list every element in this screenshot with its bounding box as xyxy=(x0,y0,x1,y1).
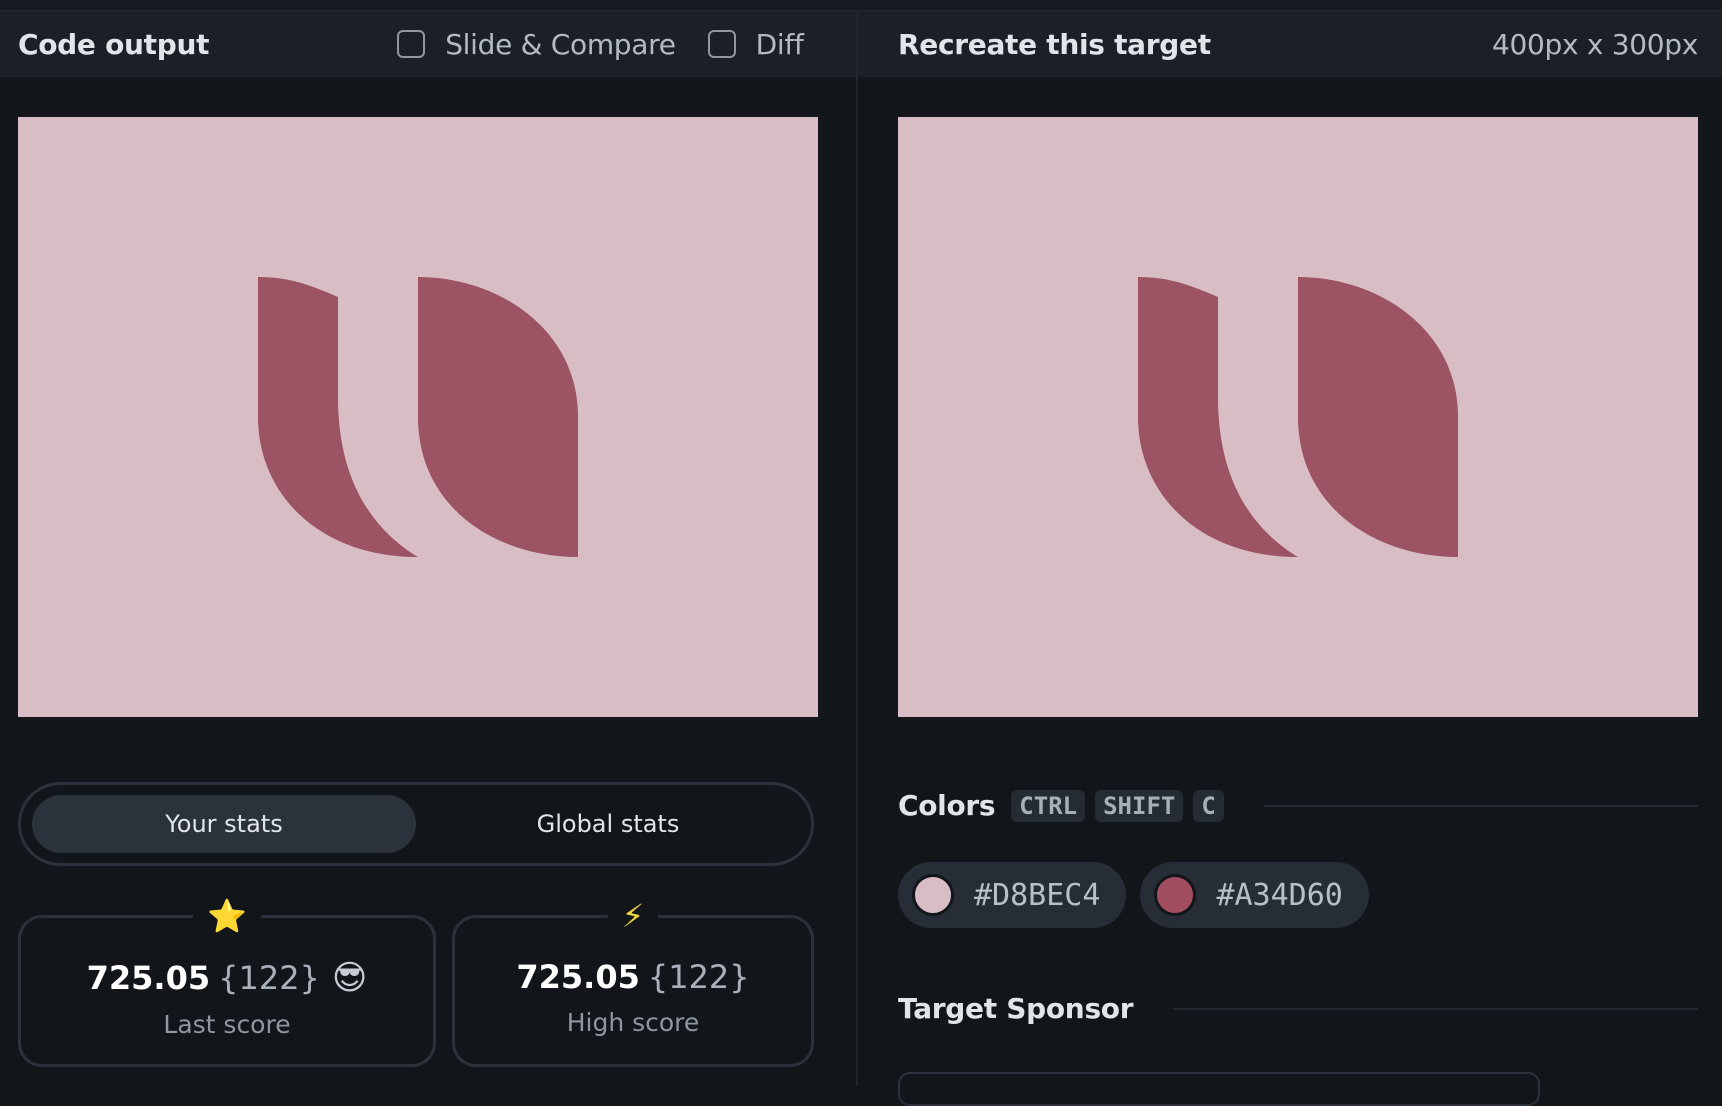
lightning-icon: ⚡ xyxy=(607,896,659,936)
high-score-label: High score xyxy=(566,1008,700,1037)
tab-global-stats[interactable]: Global stats xyxy=(416,795,800,853)
last-score-label: Last score xyxy=(163,1010,291,1039)
output-canvas[interactable] xyxy=(18,117,818,717)
shortcut-key-shift: SHIFT xyxy=(1095,789,1184,822)
star-icon: ⭐ xyxy=(193,896,261,936)
shortcut-key-ctrl: CTRL xyxy=(1011,789,1086,822)
slide-compare-toggle[interactable]: Slide & Compare xyxy=(397,27,676,61)
diff-toggle[interactable]: Diff xyxy=(707,27,804,61)
color-swatches: #D8BEC4 #A34D60 xyxy=(898,862,1383,928)
target-shapes xyxy=(1138,277,1458,557)
slide-compare-checkbox[interactable] xyxy=(397,30,426,58)
output-shapes xyxy=(258,277,578,557)
right-leaf-shape xyxy=(1298,277,1458,557)
color-dot-2 xyxy=(1154,874,1197,916)
code-output-title: Code output xyxy=(18,27,210,61)
tab-your-stats[interactable]: Your stats xyxy=(32,795,416,853)
diff-checkbox[interactable] xyxy=(707,30,736,58)
high-score-value: 725.05 xyxy=(516,958,640,996)
target-canvas xyxy=(898,117,1698,717)
target-title: Recreate this target xyxy=(898,27,1211,61)
target-header: Recreate this target 400px x 300px xyxy=(858,11,1722,77)
color-dot-1 xyxy=(912,874,954,916)
last-score-count: {122} xyxy=(218,959,320,997)
left-leaf-shape xyxy=(258,277,418,557)
last-score-value: 725.05 xyxy=(86,959,211,997)
color-swatch-2[interactable]: #A34D60 xyxy=(1140,862,1369,928)
color-label-2: #A34D60 xyxy=(1216,877,1343,913)
high-score-count: {122} xyxy=(647,958,750,996)
shortcut-key-c: C xyxy=(1193,789,1224,822)
right-leaf-shape xyxy=(418,277,578,557)
colors-title: Colors xyxy=(898,789,996,822)
code-output-header: Code output Slide & Compare Diff xyxy=(0,11,856,77)
high-score-card: ⚡ 725.05 {122} High score xyxy=(452,896,814,1067)
colors-divider xyxy=(1263,804,1698,807)
sponsor-box[interactable] xyxy=(898,1072,1540,1106)
panel-divider xyxy=(856,11,858,1086)
sponsor-divider xyxy=(1173,1007,1698,1010)
stats-toggle: Your stats Global stats xyxy=(18,782,814,866)
target-dimensions: 400px x 300px xyxy=(1491,27,1698,61)
colors-header: Colors CTRL SHIFT C xyxy=(898,789,1698,822)
last-score-card: ⭐ 725.05 {122} 😎 Last score xyxy=(18,896,436,1067)
top-strip xyxy=(0,0,1722,11)
color-swatch-1[interactable]: #D8BEC4 xyxy=(898,862,1127,928)
slide-compare-label: Slide & Compare xyxy=(445,27,676,61)
color-label-1: #D8BEC4 xyxy=(974,877,1101,913)
diff-label: Diff xyxy=(755,27,804,61)
sponsor-title: Target Sponsor xyxy=(898,992,1134,1025)
left-leaf-shape xyxy=(1138,277,1298,557)
sponsor-header: Target Sponsor xyxy=(898,992,1698,1025)
sunglasses-emoji-icon: 😎 xyxy=(331,958,368,998)
